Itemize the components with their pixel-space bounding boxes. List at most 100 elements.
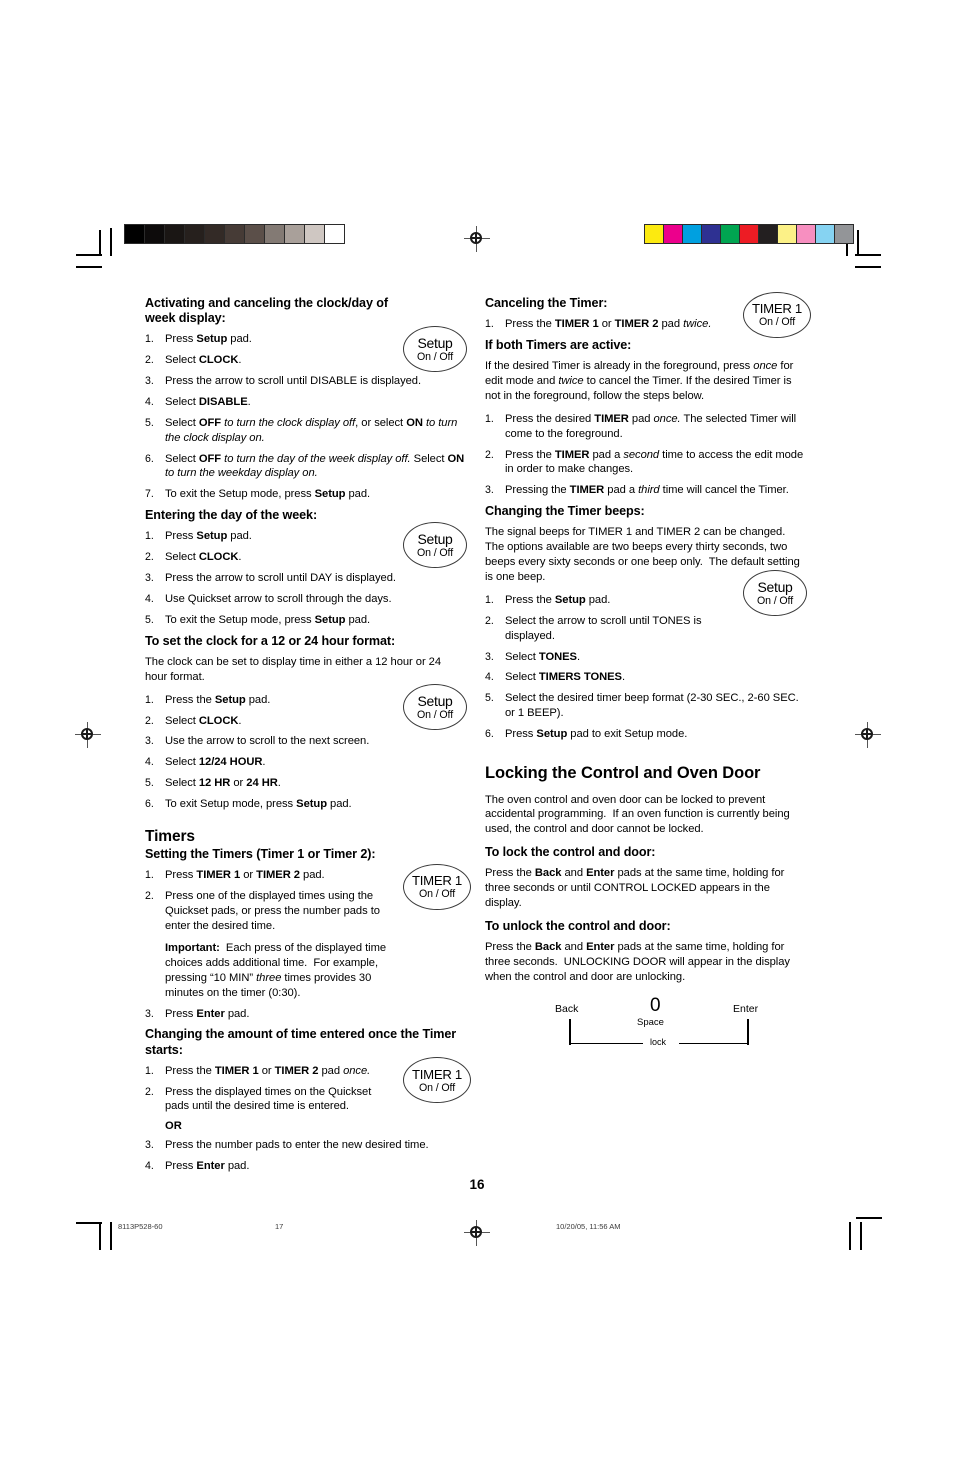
- crop-mark-top-left-v: [99, 230, 101, 255]
- crop-mark-bottom-left-v2: [110, 1222, 112, 1250]
- color-patch-0: [645, 225, 663, 243]
- list-item: Press Setup pad to exit Setup mode.: [485, 727, 688, 741]
- list-item: To exit Setup mode, press Setup pad.: [145, 797, 352, 811]
- list-item: Pressing the TIMER pad a third time will…: [485, 483, 789, 497]
- left-column: Activating and canceling the clock/day o…: [145, 296, 471, 1180]
- color-patch-1: [145, 225, 164, 243]
- list-item: Select 12/24 HOUR.: [145, 755, 266, 769]
- list-item: Press the number pads to enter the new d…: [145, 1138, 429, 1152]
- color-patch-5: [740, 225, 758, 243]
- section-locking: Locking the Control and Oven Door The ov…: [485, 764, 805, 1061]
- diagram-label-lock: lock: [650, 1036, 667, 1047]
- lock-key-diagram: Back 0 Space Enter lock: [555, 995, 785, 1061]
- footer-doc-code: 8113P528-60: [118, 1222, 163, 1231]
- list-item: Use Quickset arrow to scroll through the…: [145, 592, 392, 606]
- section-hour-format: To set the clock for a 12 or 24 hour for…: [145, 633, 467, 812]
- grayscale-calibration-bar: [124, 224, 345, 244]
- list-item: Press Setup pad.: [145, 529, 252, 543]
- list-item: Press the Setup pad.: [485, 593, 611, 607]
- manual-page: Activating and canceling the clock/day o…: [0, 0, 954, 1475]
- steps-changing-time-b: Press the number pads to enter the new d…: [145, 1138, 465, 1174]
- list-item: Press TIMER 1 or TIMER 2 pad.: [145, 868, 325, 882]
- important-note: Important: Each press of the displayed t…: [165, 941, 387, 999]
- color-patch-7: [778, 225, 796, 243]
- intro-hour-format: The clock can be set to display time in …: [145, 655, 442, 683]
- color-patch-8: [797, 225, 815, 243]
- body-to-lock: Press the Back and Enter pads at the sam…: [485, 867, 785, 910]
- color-patch-9: [305, 225, 324, 243]
- diagram-bracket-right-leg: [747, 1018, 749, 1045]
- heading-both-timers-active: If both Timers are active:: [485, 338, 632, 352]
- color-patch-2: [683, 225, 701, 243]
- diagram-bracket-left-leg: [569, 1018, 571, 1045]
- color-patch-6: [759, 225, 777, 243]
- list-item: Select CLOCK.: [145, 353, 242, 367]
- color-patch-4: [721, 225, 739, 243]
- list-item: To exit the Setup mode, press Setup pad.: [145, 487, 371, 501]
- heading-timer-beeps: Changing the Timer beeps:: [485, 504, 645, 519]
- color-patch-0: [125, 225, 144, 243]
- body-to-unlock: Press the Back and Enter pads at the sam…: [485, 941, 790, 983]
- diagram-label-zero: 0: [650, 994, 661, 1016]
- list-item: Press the TIMER 1 or TIMER 2 pad twice.: [485, 317, 712, 331]
- heading-locking: Locking the Control and Oven Door: [485, 764, 761, 783]
- list-item: Select DISABLE.: [145, 395, 251, 409]
- list-item: To exit the Setup mode, press Setup pad.: [145, 613, 371, 627]
- diagram-label-back: Back: [555, 1002, 579, 1015]
- list-item: Select OFF to turn the clock display off…: [145, 416, 458, 444]
- list-item: Select the desired timer beep format (2-…: [485, 691, 799, 720]
- section-timer-beeps: Changing the Timer beeps: The signal bee…: [485, 504, 807, 742]
- or-separator: OR: [165, 1120, 182, 1133]
- section-day-of-week: Entering the day of the week: Setup On /…: [145, 508, 467, 628]
- list-item: Press the TIMER pad a second time to acc…: [485, 448, 804, 476]
- crop-mark-top-right-h2: [855, 266, 881, 268]
- crop-mark-bottom-right-h: [856, 1217, 882, 1219]
- heading-changing-time: Changing the amount of time entered once…: [145, 1027, 457, 1057]
- color-patch-6: [245, 225, 264, 243]
- heading-timers: Timers: [145, 828, 195, 846]
- list-item: Select 12 HR or 24 HR.: [145, 776, 281, 790]
- crop-mark-top-left-v2: [110, 228, 112, 256]
- list-item: Press Enter pad.: [145, 1007, 250, 1021]
- color-patch-10: [835, 225, 853, 243]
- color-patch-8: [285, 225, 304, 243]
- pad-label: TIMER 1: [752, 301, 802, 317]
- section-clock-display: Activating and canceling the clock/day o…: [145, 296, 467, 502]
- list-item: Press the arrow to scroll until DAY is d…: [145, 571, 396, 585]
- pad-label: Setup: [757, 578, 793, 595]
- step-text: Press one of the displayed times using t…: [165, 890, 380, 933]
- list-item: Press the displayed times on the Quickse…: [145, 1085, 372, 1113]
- list-item: Select CLOCK.: [145, 714, 242, 728]
- steps-changing-time-a: Press the TIMER 1 or TIMER 2 pad once. P…: [145, 1064, 465, 1115]
- list-item: Press the Setup pad.: [145, 693, 271, 707]
- registration-mark-bottom: [464, 1220, 490, 1246]
- section-canceling-timer: Canceling the Timer: TIMER 1 On / Off Pr…: [485, 292, 811, 338]
- heading-clock-display: Activating and canceling the clock/day o…: [145, 296, 388, 326]
- color-patch-5: [225, 225, 244, 243]
- section-changing-time: Changing the amount of time entered once…: [145, 1027, 471, 1174]
- color-patch-9: [816, 225, 834, 243]
- color-patch-1: [664, 225, 682, 243]
- diagram-label-enter: Enter: [733, 1002, 759, 1015]
- list-item: Press the TIMER 1 or TIMER 2 pad once.: [145, 1064, 371, 1078]
- color-patch-7: [265, 225, 284, 243]
- heading-hour-format: To set the clock for a 12 or 24 hour for…: [145, 633, 396, 648]
- crop-mark-bottom-right-v: [849, 1222, 851, 1250]
- color-patch-3: [702, 225, 720, 243]
- list-item: Press the arrow to scroll until DISABLE …: [145, 374, 422, 388]
- footer-timestamp: 10/20/05, 11:56 AM: [556, 1222, 621, 1231]
- color-calibration-bar: [644, 224, 854, 244]
- registration-mark-right: [855, 722, 881, 748]
- steps-timer-beeps: Press the Setup pad. Select the arrow to …: [485, 593, 805, 742]
- list-item: Press the desired TIMER pad once. The se…: [485, 412, 797, 440]
- page-number: 16: [469, 1177, 485, 1192]
- steps-clock-display: Press Setup pad. Select CLOCK. Press the a…: [145, 332, 465, 502]
- list-item: Select OFF to turn the day of the week d…: [145, 452, 465, 480]
- right-column: Canceling the Timer: TIMER 1 On / Off Pr…: [485, 292, 811, 1061]
- diagram-bracket-right-rail: [679, 1042, 749, 1045]
- color-patch-10: [325, 225, 344, 243]
- heading-to-unlock: To unlock the control and door:: [485, 918, 671, 933]
- diagram-bracket-left-rail: [569, 1042, 643, 1045]
- steps-setting-timers: Press TIMER 1 or TIMER 2 pad. Press one …: [145, 868, 465, 1021]
- steps-day-of-week: Press Setup pad. Select CLOCK. Press the a…: [145, 529, 465, 627]
